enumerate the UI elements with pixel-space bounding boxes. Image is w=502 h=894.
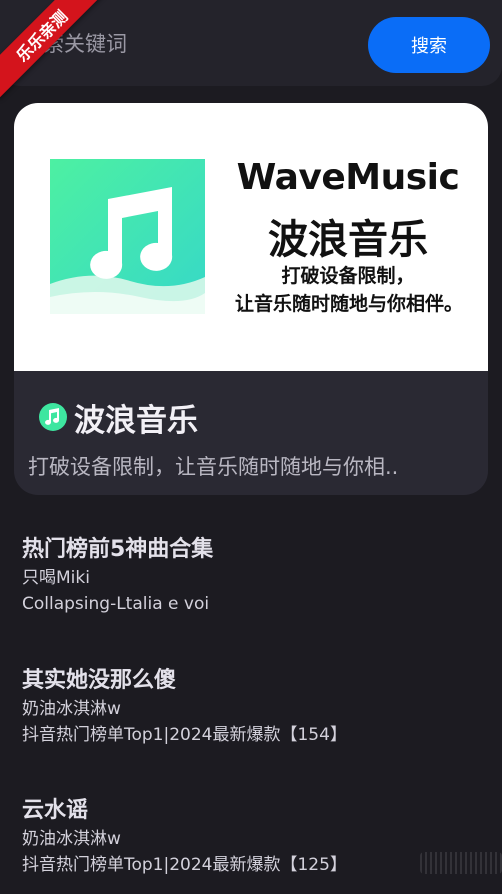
music-note-icon (39, 403, 67, 431)
banner-tagline-2: 让音乐随时随地与你相伴。 (234, 293, 463, 315)
list-item[interactable]: 其实她没那么傻 奶油冰淇淋w 抖音热门榜单Top1|2024最新爆款【154】 (22, 666, 482, 748)
song-title: 其实她没那么傻 (22, 668, 177, 693)
song-artist: 奶油冰淇淋w (22, 829, 121, 849)
app-title-row: 波浪音乐 (38, 397, 198, 439)
app-description: 打破设备限制，让音乐随时随地与你相.. (28, 455, 399, 479)
song-artist: 奶油冰淇淋w (22, 699, 121, 719)
search-input[interactable] (22, 22, 352, 66)
song-title: 云水谣 (22, 798, 89, 823)
banner-brand: WaveMusic (236, 157, 460, 198)
app-name: 波浪音乐 (74, 402, 198, 439)
search-button[interactable]: 搜索 (368, 17, 490, 73)
music-note-icon (50, 159, 205, 314)
scroll-indicator (420, 852, 502, 874)
banner-title: 波浪音乐 (268, 217, 428, 263)
song-title: 热门榜前5神曲合集 (22, 537, 214, 562)
featured-app-card[interactable]: WaveMusic 波浪音乐 打破设备限制， 让音乐随时随地与你相伴。 波浪音乐… (14, 103, 488, 495)
song-artist: 只喝Miki (22, 568, 90, 588)
banner-tagline-1: 打破设备限制， (281, 265, 415, 287)
song-album: 抖音热门榜单Top1|2024最新爆款【125】 (22, 855, 347, 875)
song-album: 抖音热门榜单Top1|2024最新爆款【154】 (22, 725, 347, 745)
list-item[interactable]: 热门榜前5神曲合集 只喝Miki Collapsing-Ltalia e voi (22, 535, 482, 617)
list-item[interactable]: 云水谣 奶油冰淇淋w 抖音热门榜单Top1|2024最新爆款【125】 (22, 796, 482, 878)
music-search-page: 搜索 乐乐亲测 WaveMusic 波浪音乐 打破设备限制， 让音乐随时随地与你… (0, 0, 502, 894)
app-banner: WaveMusic 波浪音乐 打破设备限制， 让音乐随时随地与你相伴。 (14, 103, 488, 371)
song-album: Collapsing-Ltalia e voi (22, 594, 210, 614)
